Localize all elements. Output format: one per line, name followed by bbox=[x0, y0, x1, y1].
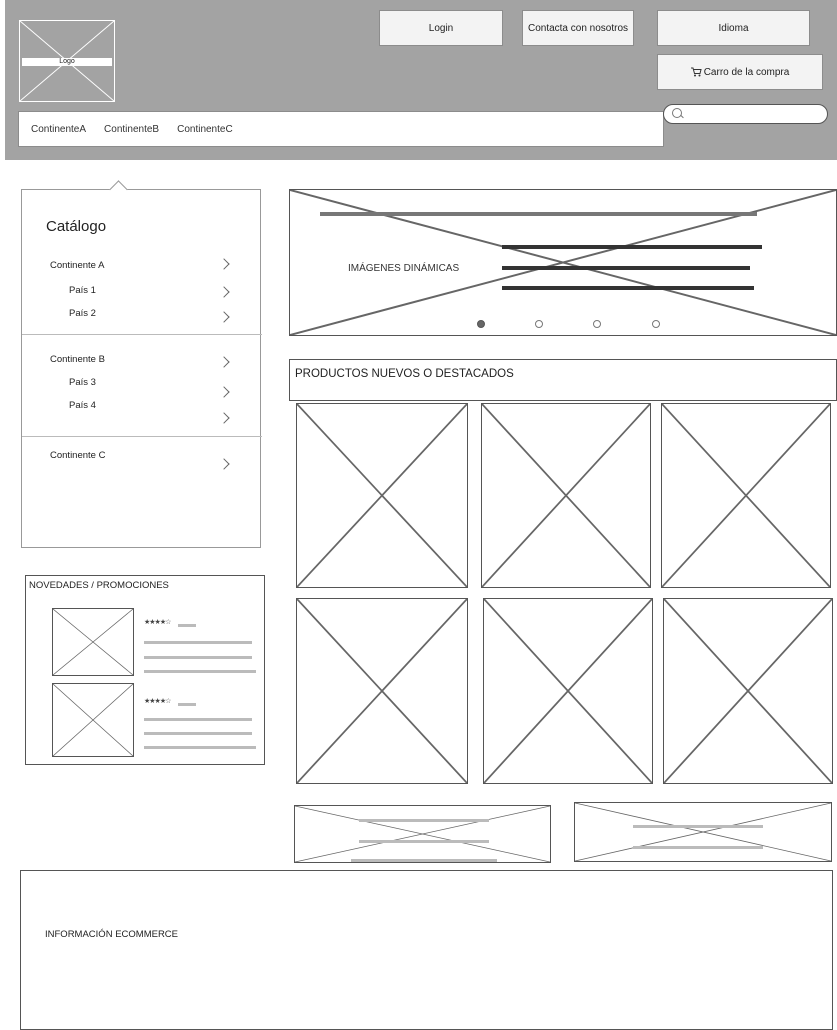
hero-text-line bbox=[502, 245, 762, 249]
ecommerce-info: INFORMACIÓN ECOMMERCE bbox=[20, 870, 833, 1030]
carousel-dot[interactable] bbox=[477, 320, 485, 328]
chevron-right-icon[interactable] bbox=[218, 286, 230, 298]
search-icon bbox=[672, 108, 682, 118]
text-line bbox=[144, 718, 252, 721]
chevron-right-icon[interactable] bbox=[218, 311, 230, 323]
text-line bbox=[359, 840, 489, 843]
carousel-dot[interactable] bbox=[652, 320, 660, 328]
catalog-pais-1[interactable]: País 1 bbox=[69, 285, 96, 296]
hero-title-line bbox=[320, 212, 757, 216]
nav-item-continente-b[interactable]: ContinenteB bbox=[104, 124, 159, 135]
catalog-continente-b[interactable]: Continente B bbox=[50, 354, 105, 365]
catalog-divider bbox=[22, 436, 262, 437]
carousel-dot[interactable] bbox=[593, 320, 601, 328]
product-card[interactable] bbox=[483, 598, 653, 784]
featured-header: PRODUCTOS NUEVOS O DESTACADOS bbox=[289, 359, 837, 401]
product-card[interactable] bbox=[296, 598, 468, 784]
mini-carousel[interactable] bbox=[574, 802, 832, 862]
text-line bbox=[144, 641, 252, 644]
nav-item-continente-a[interactable]: ContinenteA bbox=[31, 124, 86, 135]
logo-label: Logo bbox=[22, 58, 112, 66]
hero-carousel[interactable]: IMÁGENES DINÁMICAS bbox=[289, 189, 837, 336]
info-title: INFORMACIÓN ECOMMERCE bbox=[45, 929, 178, 940]
chevron-right-icon[interactable] bbox=[218, 458, 230, 470]
chevron-right-icon[interactable] bbox=[218, 386, 230, 398]
text-line bbox=[633, 825, 763, 828]
featured-title: PRODUCTOS NUEVOS O DESTACADOS bbox=[295, 368, 514, 380]
text-line bbox=[144, 670, 256, 673]
product-card[interactable] bbox=[663, 598, 833, 784]
hero-text-line bbox=[502, 266, 750, 270]
text-line bbox=[351, 859, 497, 862]
catalog-continente-c[interactable]: Continente C bbox=[50, 450, 105, 461]
catalog-pais-2[interactable]: País 2 bbox=[69, 308, 96, 319]
contact-button[interactable]: Contacta con nosotros bbox=[522, 10, 634, 46]
login-button[interactable]: Login bbox=[379, 10, 503, 46]
catalog-notch bbox=[109, 180, 128, 199]
chevron-right-icon[interactable] bbox=[218, 412, 230, 424]
cart-label: Carro de la compra bbox=[703, 66, 790, 78]
text-line bbox=[359, 819, 489, 822]
cart-icon bbox=[690, 67, 702, 77]
rating-stars: ★★★★☆ bbox=[144, 619, 171, 626]
product-card[interactable] bbox=[296, 403, 468, 588]
promos-panel: NOVEDADES / PROMOCIONES ★★★★☆ ★★★★☆ bbox=[25, 575, 265, 765]
text-line bbox=[144, 656, 252, 659]
promos-title: NOVEDADES / PROMOCIONES bbox=[29, 580, 169, 591]
text-line bbox=[144, 746, 256, 749]
chevron-right-icon[interactable] bbox=[218, 258, 230, 270]
nav-item-continente-c[interactable]: ContinenteC bbox=[177, 124, 233, 135]
mini-carousel[interactable] bbox=[294, 805, 551, 863]
catalog-divider bbox=[22, 334, 262, 335]
product-card[interactable] bbox=[661, 403, 831, 588]
promo-image[interactable] bbox=[52, 683, 134, 757]
hero-caption: IMÁGENES DINÁMICAS bbox=[348, 263, 460, 274]
product-card[interactable] bbox=[481, 403, 651, 588]
language-button[interactable]: Idioma bbox=[657, 10, 810, 46]
continent-nav: ContinenteA ContinenteB ContinenteC bbox=[18, 111, 664, 147]
price-placeholder bbox=[178, 703, 196, 706]
carousel-dot[interactable] bbox=[535, 320, 543, 328]
promo-image[interactable] bbox=[52, 608, 134, 676]
search-input[interactable] bbox=[663, 104, 828, 124]
hero-text-line bbox=[502, 286, 754, 290]
rating-stars: ★★★★☆ bbox=[144, 698, 171, 705]
catalog-continente-a[interactable]: Continente A bbox=[50, 260, 104, 271]
catalog-panel: Catálogo Continente A País 1 País 2 Cont… bbox=[21, 180, 262, 548]
text-line bbox=[144, 732, 252, 735]
site-header: Logo Login Contacta con nosotros Idioma … bbox=[5, 0, 837, 160]
cart-button[interactable]: Carro de la compra bbox=[657, 54, 823, 90]
price-placeholder bbox=[178, 624, 196, 627]
catalog-pais-3[interactable]: País 3 bbox=[69, 377, 96, 388]
catalog-pais-4[interactable]: País 4 bbox=[69, 400, 96, 411]
chevron-right-icon[interactable] bbox=[218, 356, 230, 368]
text-line bbox=[633, 846, 763, 849]
logo[interactable]: Logo bbox=[19, 20, 115, 102]
catalog-title: Catálogo bbox=[46, 218, 107, 235]
